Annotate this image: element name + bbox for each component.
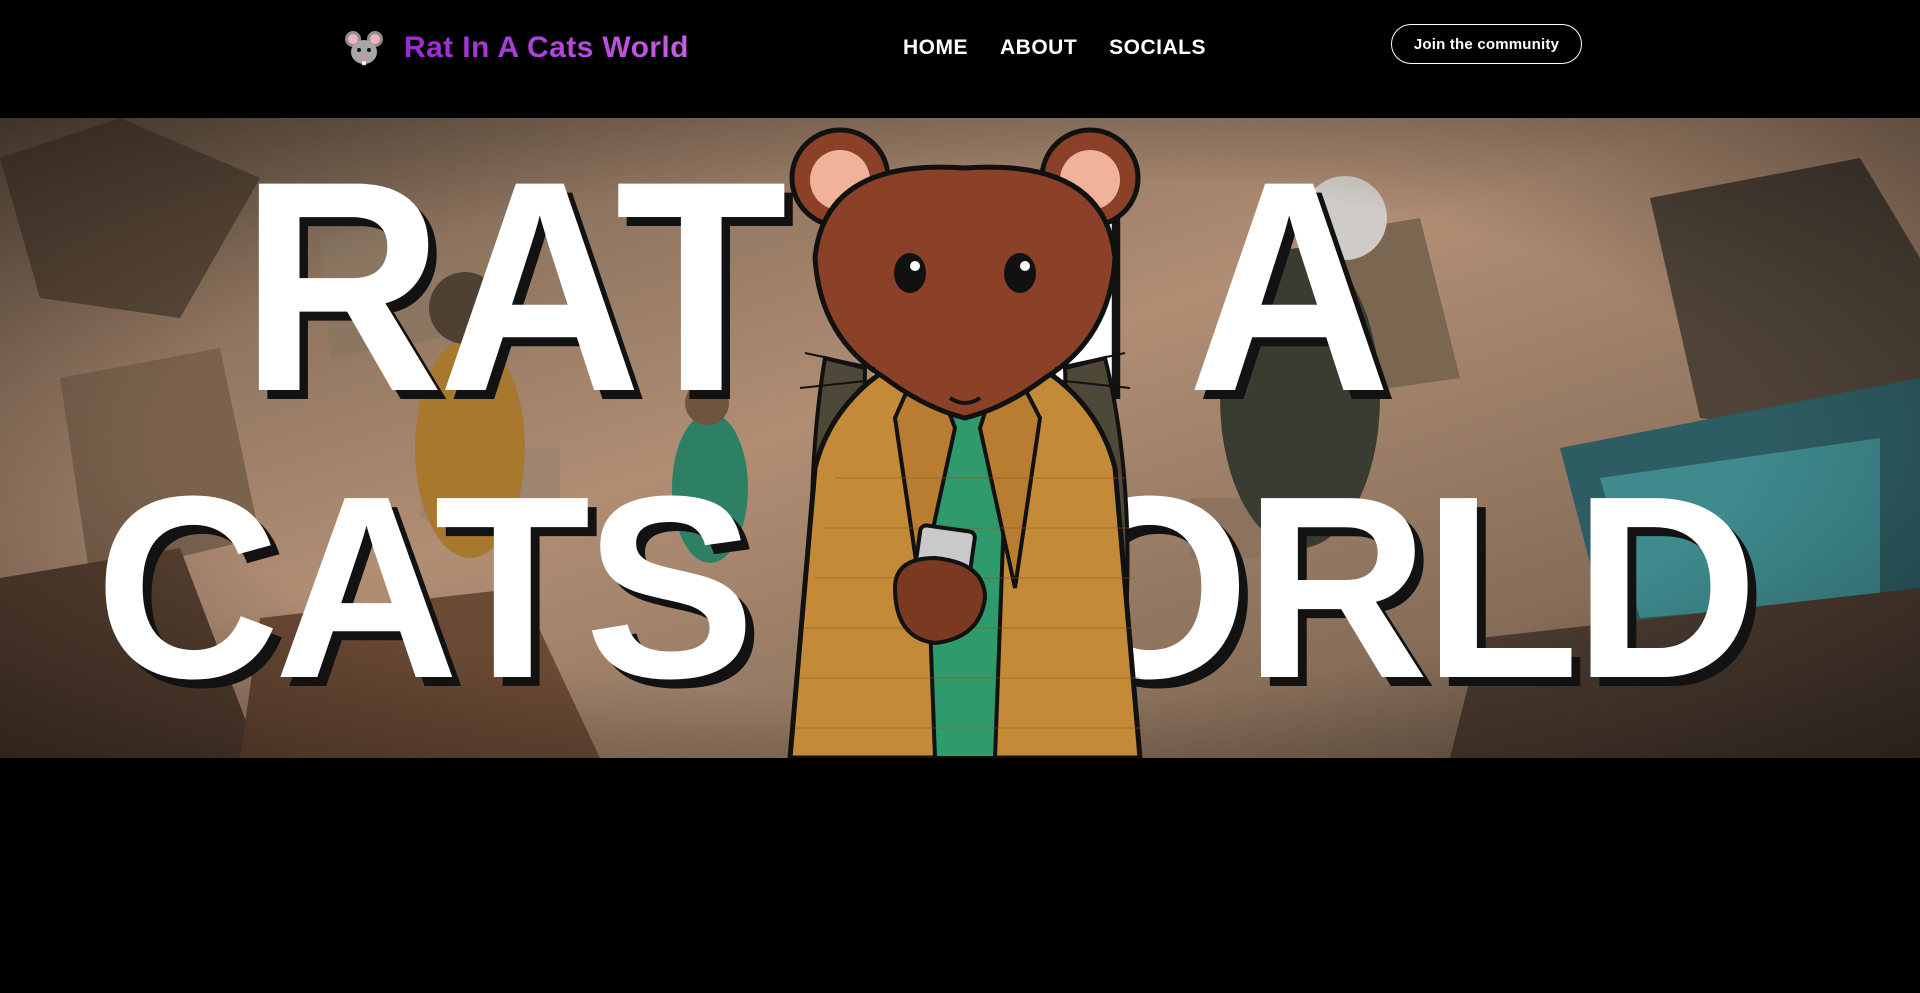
join-community-button[interactable]: Join the community — [1391, 24, 1582, 64]
rat-character-illustration — [787, 127, 1143, 758]
rat-face-icon — [345, 31, 383, 66]
page-body-empty — [0, 758, 1920, 993]
brand-name: Rat In A Cats World — [404, 31, 689, 64]
brand[interactable]: Rat In A Cats World — [344, 28, 689, 68]
hero-banner: RAT IN A CATS WORLD — [0, 118, 1920, 758]
site-header: Rat In A Cats World HOME ABOUT SOCIALS J… — [0, 0, 1920, 118]
nav-home[interactable]: HOME — [903, 36, 968, 60]
nav-about[interactable]: ABOUT — [1000, 36, 1077, 60]
nav-socials[interactable]: SOCIALS — [1109, 36, 1206, 60]
main-nav: HOME ABOUT SOCIALS — [903, 36, 1206, 60]
